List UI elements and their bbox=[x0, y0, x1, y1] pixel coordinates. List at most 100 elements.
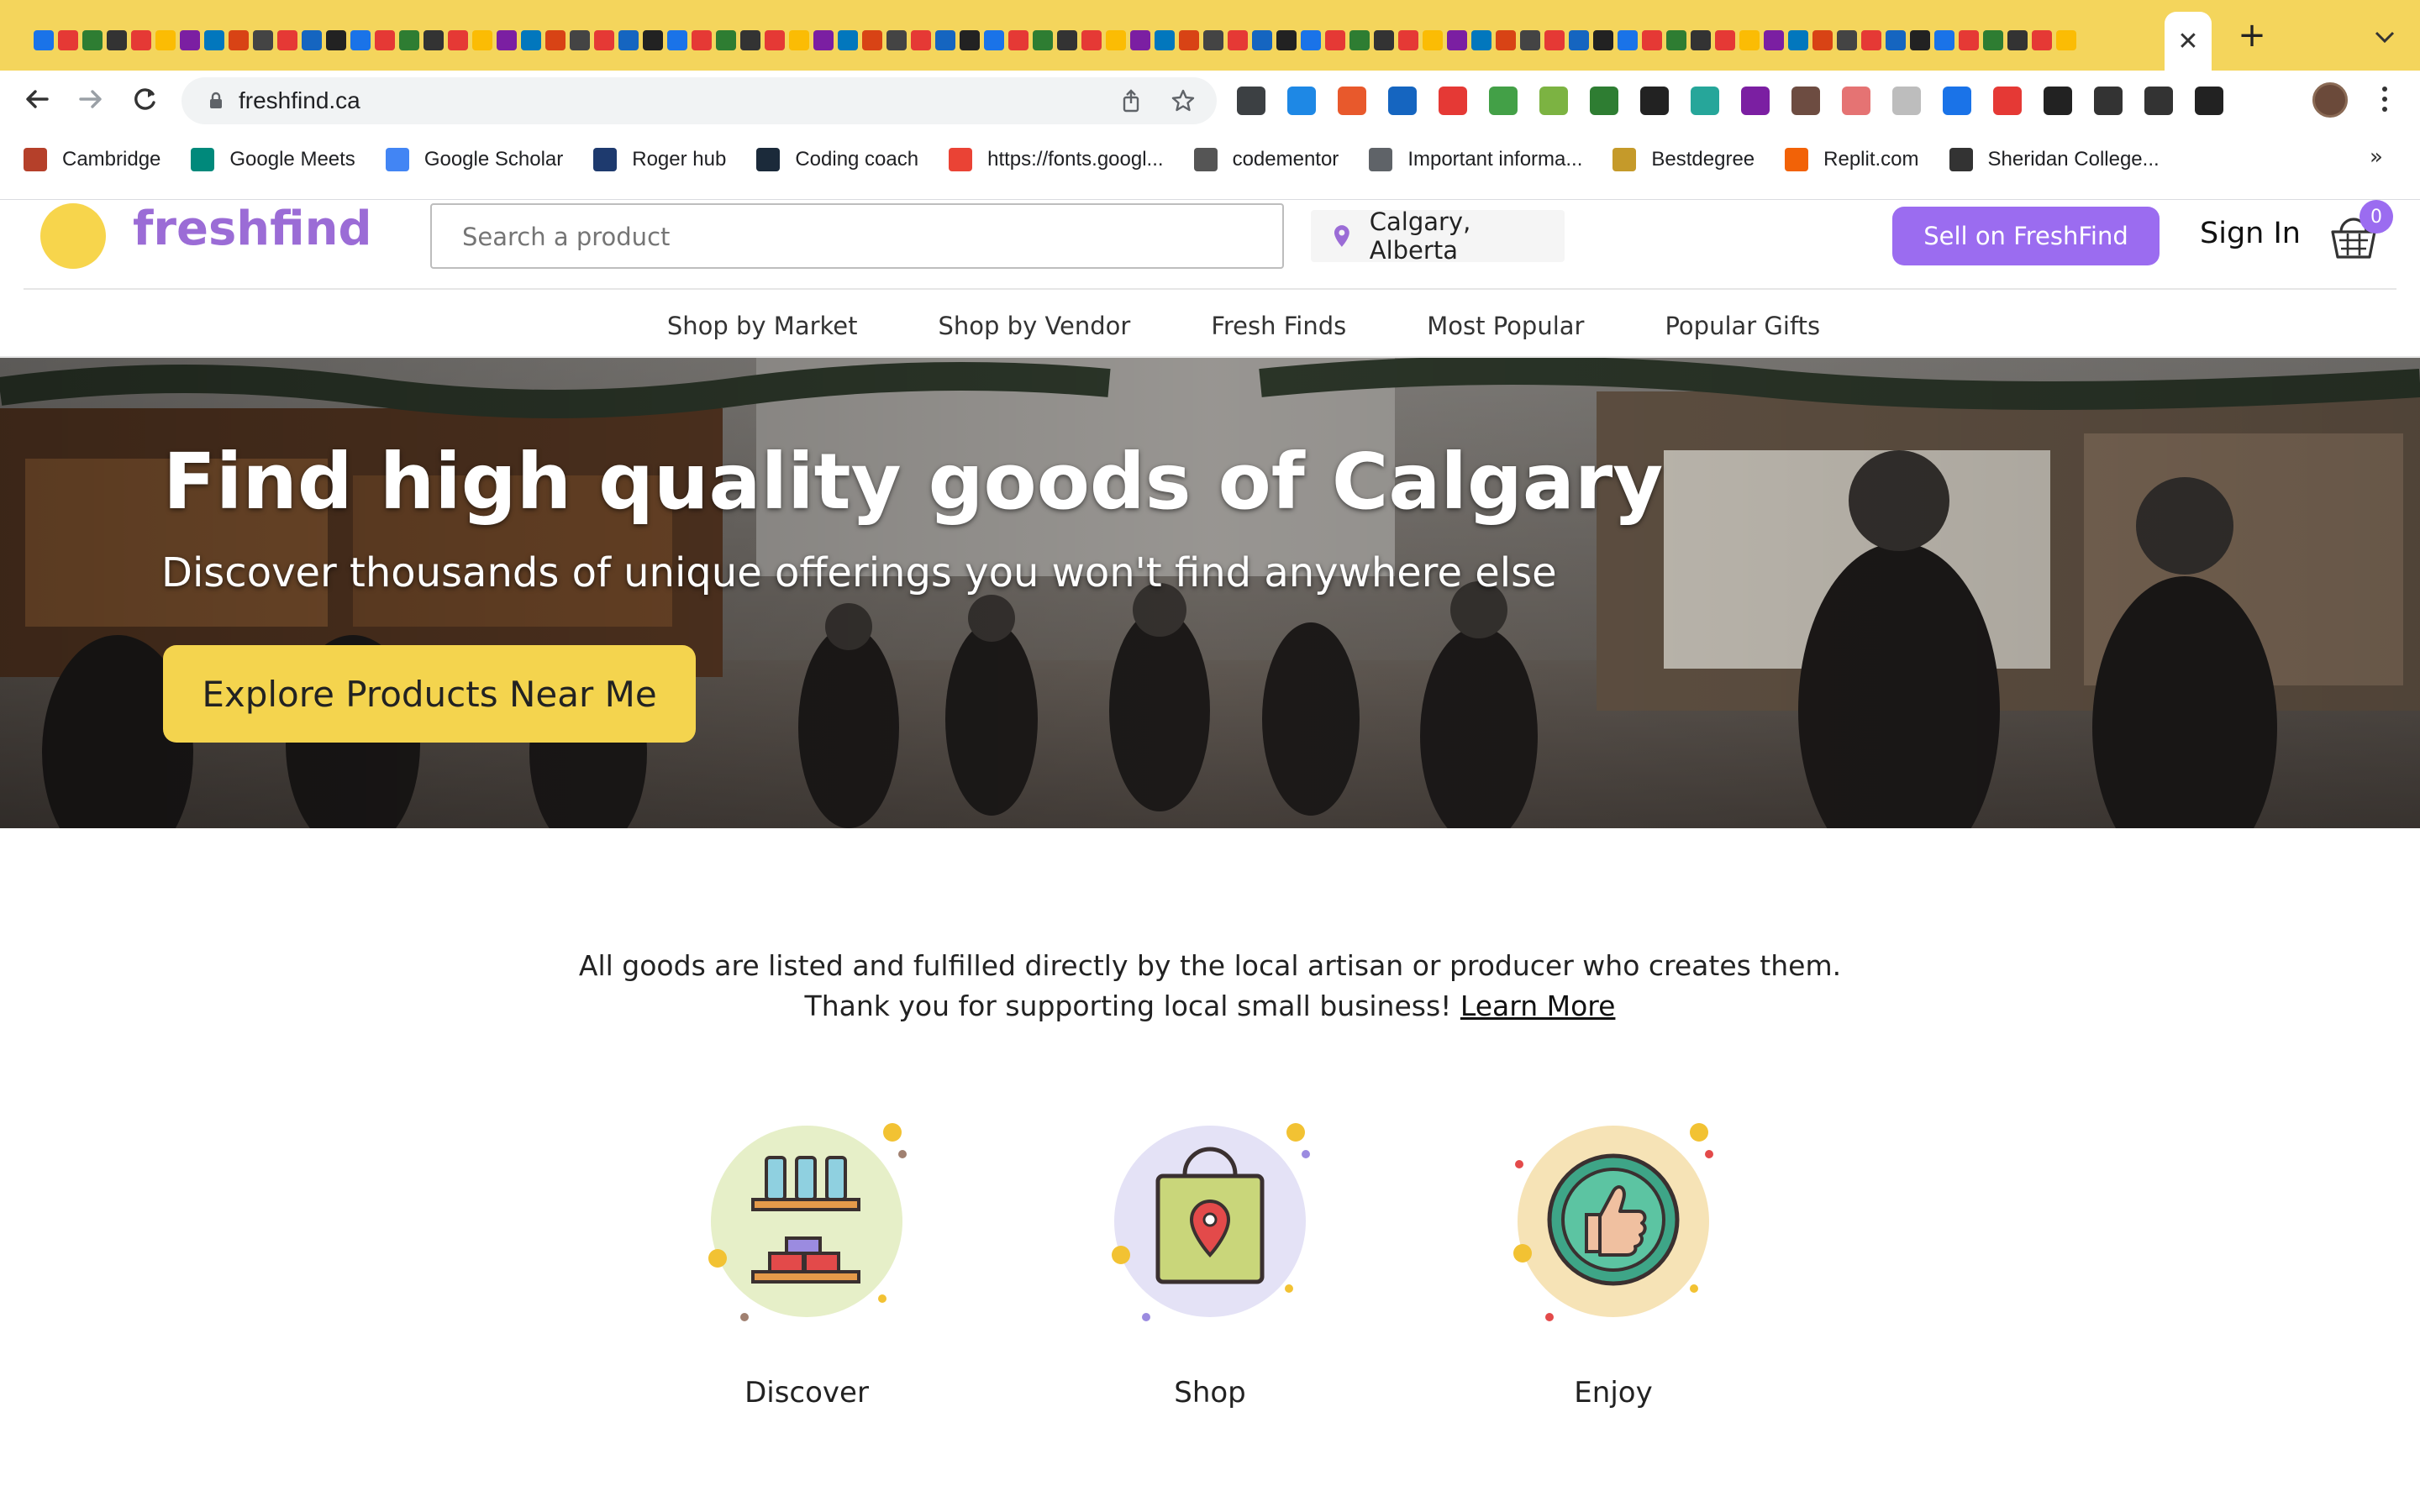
pinned-tab-favicon[interactable] bbox=[448, 30, 468, 50]
pinned-tab-favicon[interactable] bbox=[1106, 30, 1126, 50]
url-text[interactable]: freshfind.ca bbox=[239, 87, 360, 114]
pinned-tab-favicon[interactable] bbox=[1033, 30, 1053, 50]
pinned-tab-favicon[interactable] bbox=[58, 30, 78, 50]
pinned-tab-favicon[interactable] bbox=[911, 30, 931, 50]
pinned-tab-favicon[interactable] bbox=[1155, 30, 1175, 50]
pinned-tab-favicon[interactable] bbox=[34, 30, 54, 50]
pinned-tab-favicon[interactable] bbox=[107, 30, 127, 50]
pinned-tab-favicon[interactable] bbox=[229, 30, 249, 50]
bookmark-item[interactable]: Sheridan College... bbox=[1949, 148, 2160, 171]
bookmark-item[interactable]: Replit.com bbox=[1785, 148, 1919, 171]
pinned-tab-favicon[interactable] bbox=[1520, 30, 1540, 50]
search-input[interactable] bbox=[462, 220, 1218, 254]
bookmarks-overflow-icon[interactable]: » bbox=[2370, 144, 2383, 170]
lock-icon[interactable] bbox=[207, 92, 225, 110]
pinned-tab-favicon[interactable] bbox=[350, 30, 371, 50]
forward-arrow-icon[interactable] bbox=[74, 82, 108, 116]
pinned-tab-favicon[interactable] bbox=[1471, 30, 1491, 50]
pinned-tab-favicon[interactable] bbox=[692, 30, 712, 50]
pinned-tab-favicon[interactable] bbox=[838, 30, 858, 50]
extension-icon[interactable] bbox=[1943, 87, 1971, 115]
bookmark-item[interactable]: https://fonts.googl... bbox=[949, 148, 1164, 171]
pinned-tab-favicon[interactable] bbox=[375, 30, 395, 50]
pinned-tab-favicon[interactable] bbox=[1008, 30, 1028, 50]
pinned-tab-favicon[interactable] bbox=[1715, 30, 1735, 50]
pinned-tab-favicon[interactable] bbox=[1983, 30, 2003, 50]
bookmark-item[interactable]: Google Scholar bbox=[385, 148, 563, 171]
pinned-tab-favicon[interactable] bbox=[1130, 30, 1150, 50]
extension-icon[interactable] bbox=[1388, 87, 1417, 115]
pinned-tab-favicon[interactable] bbox=[1228, 30, 1248, 50]
extension-icon[interactable] bbox=[1590, 87, 1618, 115]
pinned-tab-favicon[interactable] bbox=[1374, 30, 1394, 50]
nav-shop-by-market[interactable]: Shop by Market bbox=[667, 302, 858, 349]
pinned-tab-favicon[interactable] bbox=[1057, 30, 1077, 50]
pinned-tab-favicon[interactable] bbox=[1544, 30, 1565, 50]
tab-search-chevron-icon[interactable] bbox=[2370, 22, 2400, 52]
pinned-tab-favicon[interactable] bbox=[862, 30, 882, 50]
pinned-tab-favicon[interactable] bbox=[1276, 30, 1297, 50]
pinned-tab-favicon[interactable] bbox=[1861, 30, 1881, 50]
extension-icon[interactable] bbox=[2144, 87, 2173, 115]
pinned-tab-favicon[interactable] bbox=[1252, 30, 1272, 50]
pinned-tab-favicon[interactable] bbox=[1837, 30, 1857, 50]
pinned-tab-favicon[interactable] bbox=[1301, 30, 1321, 50]
share-icon[interactable] bbox=[1118, 87, 1144, 114]
pinned-tab-favicon[interactable] bbox=[180, 30, 200, 50]
bookmark-item[interactable]: Google Meets bbox=[191, 148, 355, 171]
pinned-tab-favicon[interactable] bbox=[789, 30, 809, 50]
extension-icon[interactable] bbox=[2195, 87, 2223, 115]
extension-icon[interactable] bbox=[1741, 87, 1770, 115]
pinned-tab-favicon[interactable] bbox=[2056, 30, 2076, 50]
extension-icon[interactable] bbox=[1439, 87, 1467, 115]
pinned-tab-favicon[interactable] bbox=[2007, 30, 2028, 50]
browser-menu-icon[interactable] bbox=[2376, 84, 2393, 114]
pinned-tab-favicon[interactable] bbox=[643, 30, 663, 50]
extension-icon[interactable] bbox=[1691, 87, 1719, 115]
bookmark-item[interactable]: Roger hub bbox=[593, 148, 726, 171]
bookmark-star-icon[interactable] bbox=[1170, 87, 1197, 114]
extension-icon[interactable] bbox=[1892, 87, 1921, 115]
pinned-tab-favicon[interactable] bbox=[131, 30, 151, 50]
sign-in-link[interactable]: Sign In bbox=[2200, 217, 2301, 250]
pinned-tab-favicon[interactable] bbox=[472, 30, 492, 50]
pinned-tab-favicon[interactable] bbox=[765, 30, 785, 50]
pinned-tab-favicon[interactable] bbox=[1618, 30, 1638, 50]
extension-icon[interactable] bbox=[1237, 87, 1265, 115]
learn-more-link[interactable]: Learn More bbox=[1460, 990, 1616, 1022]
pinned-tab-favicon[interactable] bbox=[1642, 30, 1662, 50]
pinned-tab-favicon[interactable] bbox=[1203, 30, 1223, 50]
active-tab[interactable]: ✕ bbox=[2165, 12, 2212, 71]
pinned-tab-favicon[interactable] bbox=[1398, 30, 1418, 50]
explore-products-button[interactable]: Explore Products Near Me bbox=[163, 645, 696, 743]
extension-icon[interactable] bbox=[1842, 87, 1870, 115]
pinned-tab-favicon[interactable] bbox=[1666, 30, 1686, 50]
extension-icon[interactable] bbox=[2094, 87, 2123, 115]
product-search[interactable] bbox=[430, 203, 1284, 269]
nav-shop-by-vendor[interactable]: Shop by Vendor bbox=[939, 302, 1131, 349]
pinned-tab-favicon[interactable] bbox=[1593, 30, 1613, 50]
pinned-tab-favicon[interactable] bbox=[2032, 30, 2052, 50]
pinned-tab-favicon[interactable] bbox=[253, 30, 273, 50]
nav-fresh-finds[interactable]: Fresh Finds bbox=[1211, 302, 1346, 349]
reload-icon[interactable] bbox=[128, 82, 161, 116]
pinned-tab-favicon[interactable] bbox=[1081, 30, 1102, 50]
pinned-tab-favicon[interactable] bbox=[521, 30, 541, 50]
pinned-tab-favicon[interactable] bbox=[984, 30, 1004, 50]
pinned-tab-favicon[interactable] bbox=[1959, 30, 1979, 50]
location-selector[interactable]: Calgary, Alberta bbox=[1311, 207, 1565, 265]
pinned-tab-favicon[interactable] bbox=[1910, 30, 1930, 50]
new-tab-button[interactable]: + bbox=[2235, 18, 2269, 52]
bookmark-item[interactable]: Bestdegree bbox=[1612, 148, 1754, 171]
pinned-tab-favicon[interactable] bbox=[667, 30, 687, 50]
pinned-tab-favicon[interactable] bbox=[618, 30, 639, 50]
pinned-tab-favicon[interactable] bbox=[277, 30, 297, 50]
nav-most-popular[interactable]: Most Popular bbox=[1427, 302, 1584, 349]
pinned-tab-favicon[interactable] bbox=[545, 30, 566, 50]
pinned-tab-favicon[interactable] bbox=[1691, 30, 1711, 50]
extension-icon[interactable] bbox=[1640, 87, 1669, 115]
pinned-tab-favicon[interactable] bbox=[1179, 30, 1199, 50]
extension-icon[interactable] bbox=[1287, 87, 1316, 115]
pinned-tab-favicon[interactable] bbox=[326, 30, 346, 50]
sun-logo-icon[interactable] bbox=[40, 203, 106, 269]
